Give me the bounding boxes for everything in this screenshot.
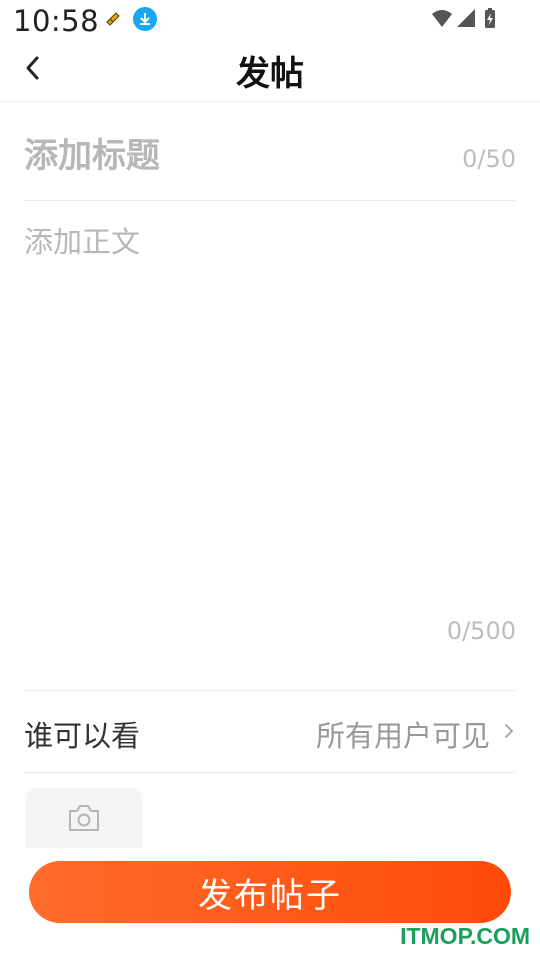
status-bar: 10:58 — [0, 0, 540, 40]
app-notification-icon — [106, 12, 120, 26]
page-title: 发帖 — [236, 54, 304, 94]
visibility-value: 所有用户可见 — [315, 719, 490, 753]
wifi-icon — [432, 10, 452, 27]
title-input[interactable] — [24, 131, 424, 181]
download-icon — [133, 7, 157, 31]
camera-icon — [69, 805, 99, 831]
visibility-selector[interactable]: 谁可以看 所有用户可见 — [24, 691, 516, 773]
header: 发帖 — [0, 40, 540, 102]
watermark-text: ITMOP.COM — [400, 923, 530, 949]
body-char-counter: 0/500 — [446, 617, 516, 645]
title-char-counter: 0/50 — [462, 145, 516, 173]
body-area: 0/500 — [24, 201, 516, 691]
publish-button[interactable]: 发布帖子 — [29, 861, 511, 923]
add-image-button[interactable] — [26, 788, 142, 848]
body-input[interactable] — [24, 219, 516, 599]
status-icons — [432, 8, 495, 28]
title-row: 0/50 — [24, 101, 516, 201]
status-time: 10:58 — [13, 4, 100, 38]
battery-icon — [485, 8, 495, 28]
signal-icon — [457, 9, 475, 27]
visibility-label: 谁可以看 — [24, 719, 141, 753]
chevron-right-icon — [505, 724, 514, 738]
